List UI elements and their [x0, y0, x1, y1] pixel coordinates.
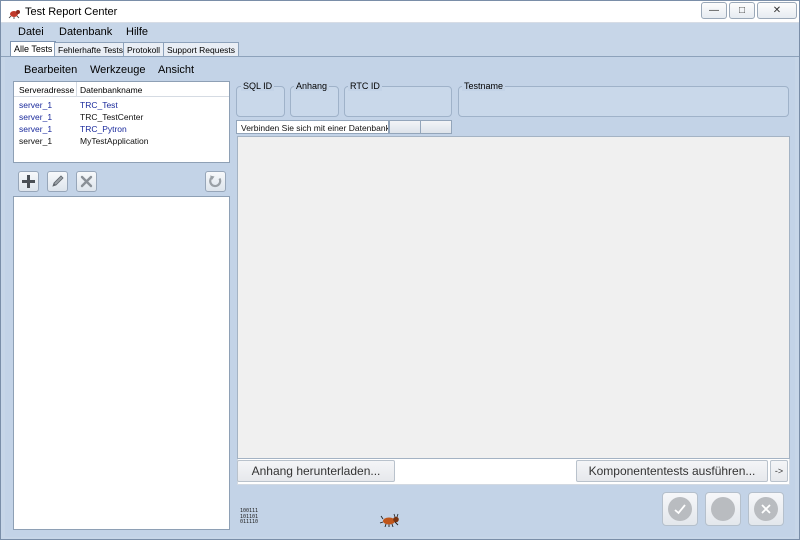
close-button[interactable]: ✕ — [757, 2, 797, 19]
tab-protokoll[interactable]: Protokoll — [123, 42, 165, 56]
window-title: Test Report Center — [25, 6, 118, 18]
bug-icon — [379, 513, 399, 527]
menu-bar: Datei Datenbank Hilfe — [1, 23, 799, 41]
tab-label: Alle Tests — [14, 44, 53, 54]
connection-button-1[interactable] — [389, 120, 421, 134]
server-cell: server_1 — [19, 112, 53, 122]
tab-label: Fehlerhafte Tests — [58, 45, 124, 55]
server-cell: server_1 — [19, 100, 53, 110]
column-datenbankname[interactable]: Datenbankname — [80, 85, 142, 95]
database-list-header: Serveradresse Datenbankname — [14, 82, 229, 97]
tab-support-requests[interactable]: Support Requests — [163, 42, 240, 56]
tab-fehlerhafte-tests[interactable]: Fehlerhafte Tests — [54, 42, 128, 56]
sql-id-label: SQL ID — [241, 81, 275, 91]
add-button[interactable] — [18, 171, 39, 192]
bug-app-icon — [8, 10, 20, 19]
tab-strip: Alle Tests Fehlerhafte Tests Protokoll S… — [1, 41, 799, 57]
edit-button[interactable] — [47, 171, 68, 192]
title-bar: Test Report Center — □ ✕ — [1, 1, 799, 23]
database-row[interactable]: server_1 TRC_TestCenter — [14, 111, 229, 123]
database-cell: TRC_Pytron — [80, 124, 127, 134]
database-row[interactable]: server_1 TRC_Test — [14, 99, 229, 111]
delete-button[interactable] — [76, 171, 97, 192]
rtc-id-label: RTC ID — [348, 81, 382, 91]
database-cell: MyTestApplication — [80, 136, 149, 146]
connection-bar: Verbinden Sie sich mit einer Datenbank. — [236, 120, 452, 134]
pending-button[interactable] — [705, 492, 741, 526]
binary-line: 011110 — [240, 519, 259, 525]
connection-button-2[interactable] — [420, 120, 452, 134]
check-icon — [668, 497, 692, 521]
confirm-button[interactable] — [662, 492, 698, 526]
column-divider — [76, 82, 77, 96]
window-controls: — □ ✕ — [701, 2, 797, 19]
circle-icon — [711, 497, 735, 521]
cancel-icon — [754, 497, 778, 521]
download-attachment-button[interactable]: Anhang herunterladen... — [237, 460, 395, 482]
database-list[interactable]: Serveradresse Datenbankname server_1 TRC… — [13, 81, 230, 163]
maximize-icon: □ — [738, 5, 746, 16]
minimize-button[interactable]: — — [701, 2, 727, 19]
testname-label: Testname — [462, 81, 506, 91]
database-cell: TRC_TestCenter — [80, 112, 144, 122]
database-row[interactable]: server_1 TRC_Pytron — [14, 123, 229, 135]
tab-label: Protokoll — [127, 45, 161, 55]
app-window: Test Report Center — □ ✕ Datei Datenbank… — [0, 0, 800, 540]
run-component-tests-label: Komponententests ausführen... — [588, 464, 756, 478]
testname-box — [458, 86, 789, 117]
server-cell: server_1 — [19, 136, 53, 146]
tab-alle-tests[interactable]: Alle Tests — [10, 41, 57, 57]
menu-hilfe[interactable]: Hilfe — [126, 26, 148, 38]
refresh-button[interactable] — [205, 171, 226, 192]
menu-werkzeuge[interactable]: Werkzeuge — [90, 64, 145, 76]
minimize-icon: — — [709, 5, 719, 16]
database-row[interactable]: server_1 MyTestApplication — [14, 135, 229, 147]
run-component-tests-button[interactable]: Komponententests ausführen... — [576, 460, 768, 482]
menu-datei[interactable]: Datei — [18, 26, 44, 38]
arrow-right-icon: -> — [774, 466, 784, 476]
test-tree-panel[interactable] — [13, 196, 230, 530]
x-icon — [80, 175, 93, 188]
menu-datenbank[interactable]: Datenbank — [59, 26, 112, 38]
test-details-area[interactable] — [237, 136, 790, 459]
menu-ansicht[interactable]: Ansicht — [158, 64, 194, 76]
database-cell: TRC_Test — [80, 100, 118, 110]
anhang-label: Anhang — [294, 81, 330, 91]
refresh-icon — [209, 175, 222, 188]
column-serveradresse[interactable]: Serveradresse — [19, 85, 74, 95]
download-attachment-label: Anhang herunterladen... — [251, 464, 381, 478]
tab-label: Support Requests — [167, 45, 236, 55]
pencil-icon — [52, 175, 64, 187]
binary-indicator: 100111 101101 011110 — [240, 508, 259, 526]
close-icon: ✕ — [772, 5, 782, 16]
maximize-button[interactable]: □ — [729, 2, 755, 19]
cancel-button[interactable] — [748, 492, 784, 526]
plus-icon — [22, 175, 35, 188]
server-cell: server_1 — [19, 124, 53, 134]
more-button[interactable]: -> — [770, 460, 788, 482]
connection-message: Verbinden Sie sich mit einer Datenbank. — [236, 120, 389, 134]
menu-bearbeiten[interactable]: Bearbeiten — [24, 64, 77, 76]
